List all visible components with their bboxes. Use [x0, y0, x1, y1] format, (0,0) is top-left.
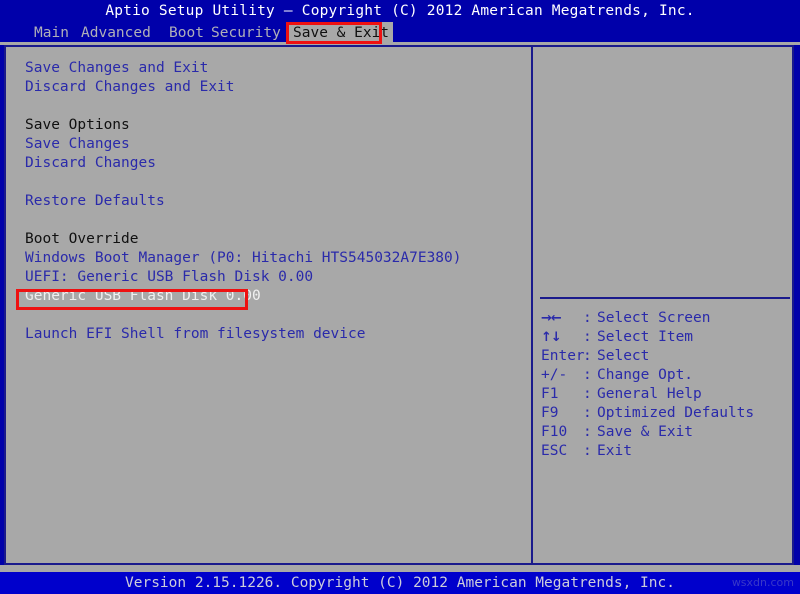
footer-version: Version 2.15.1226. Copyright (C) 2012 Am… — [0, 572, 800, 594]
option-row-save-changes-and-exit[interactable]: Save Changes and Exit — [25, 59, 208, 78]
help-key-name: Enter — [541, 348, 585, 364]
help-key-description: Exit — [597, 443, 632, 459]
help-key-row: →←: Select Screen — [541, 309, 711, 328]
bios-setup-screen: Aptio Setup Utility – Copyright (C) 2012… — [0, 0, 800, 594]
help-key-row: F9: Optimized Defaults — [541, 404, 754, 423]
help-key-row: ↑↓: Select Item — [541, 328, 693, 347]
help-key-description: Select Screen — [597, 310, 711, 326]
section-header-save-options: Save Options — [25, 117, 130, 133]
option-row-launch-efi-shell-from-filesystem-device[interactable]: Launch EFI Shell from filesystem device — [25, 325, 365, 344]
help-key-name: +/- — [541, 367, 568, 383]
help-key-name: F9 — [541, 405, 559, 421]
help-key-separator: : — [583, 329, 592, 345]
section-header-boot-override: Boot Override — [25, 231, 139, 247]
menu-tab-advanced[interactable]: Advanced — [77, 22, 155, 44]
arrow-keys-icon: ↑↓ — [541, 330, 562, 345]
help-key-description: General Help — [597, 386, 702, 402]
help-key-description: Optimized Defaults — [597, 405, 755, 421]
help-key-separator: : — [583, 443, 592, 459]
help-key-separator: : — [583, 386, 592, 402]
help-key-description: Change Opt. — [597, 367, 694, 383]
option-row-windows-boot-manager-p0-hitachi-hts54503[interactable]: Windows Boot Manager (P0: Hitachi HTS545… — [25, 249, 462, 268]
help-key-separator: : — [583, 310, 592, 326]
menu-tab-security[interactable]: Security — [207, 22, 285, 44]
help-key-description: Select — [597, 348, 650, 364]
content-frame: Save Changes and Exit Discard Changes and… — [4, 45, 794, 565]
options-pane: Save Changes and Exit Discard Changes and… — [6, 47, 531, 563]
menu-tab-boot[interactable]: Boot — [165, 22, 208, 44]
help-key-row: +/-: Change Opt. — [541, 366, 693, 385]
footer-gap — [0, 565, 800, 572]
help-key-row: F10: Save & Exit — [541, 423, 693, 442]
help-key-row: F1: General Help — [541, 385, 702, 404]
help-key-name: ESC — [541, 443, 568, 459]
arrow-keys-icon: →← — [541, 311, 562, 326]
help-pane: →←: Select Screen ↑↓: Select Item Enter: Sele… — [533, 47, 794, 563]
option-row-save-changes[interactable]: Save Changes — [25, 135, 130, 154]
help-separator — [540, 297, 790, 299]
menu-bar: Main Advanced Boot Security Save & Exit — [0, 22, 800, 44]
help-key-description: Save & Exit — [597, 424, 694, 440]
option-row-discard-changes-and-exit[interactable]: Discard Changes and Exit — [25, 78, 235, 97]
help-key-name: F10 — [541, 424, 568, 440]
watermark-label: wsxdn.com — [731, 576, 794, 589]
help-key-row: Enter: Select — [541, 347, 649, 366]
help-key-description: Select Item — [597, 329, 694, 345]
help-key-separator: : — [583, 367, 592, 383]
menu-tab-main[interactable]: Main — [30, 22, 73, 44]
help-key-separator: : — [583, 424, 592, 440]
help-key-name: F1 — [541, 386, 559, 402]
window-title: Aptio Setup Utility – Copyright (C) 2012… — [0, 0, 800, 22]
option-row-discard-changes[interactable]: Discard Changes — [25, 154, 156, 173]
option-row-restore-defaults[interactable]: Restore Defaults — [25, 192, 165, 211]
option-row-uefi-generic-usb-flash-disk-0-00[interactable]: UEFI: Generic USB Flash Disk 0.00 — [25, 268, 313, 287]
help-key-separator: : — [583, 348, 592, 364]
menu-tab-save-exit[interactable]: Save & Exit — [289, 22, 394, 44]
help-key-separator: : — [583, 405, 592, 421]
option-row-generic-usb-flash-disk-0-00[interactable]: Generic USB Flash Disk 0.00 — [23, 287, 263, 306]
help-key-row: ESC: Exit — [541, 442, 632, 461]
